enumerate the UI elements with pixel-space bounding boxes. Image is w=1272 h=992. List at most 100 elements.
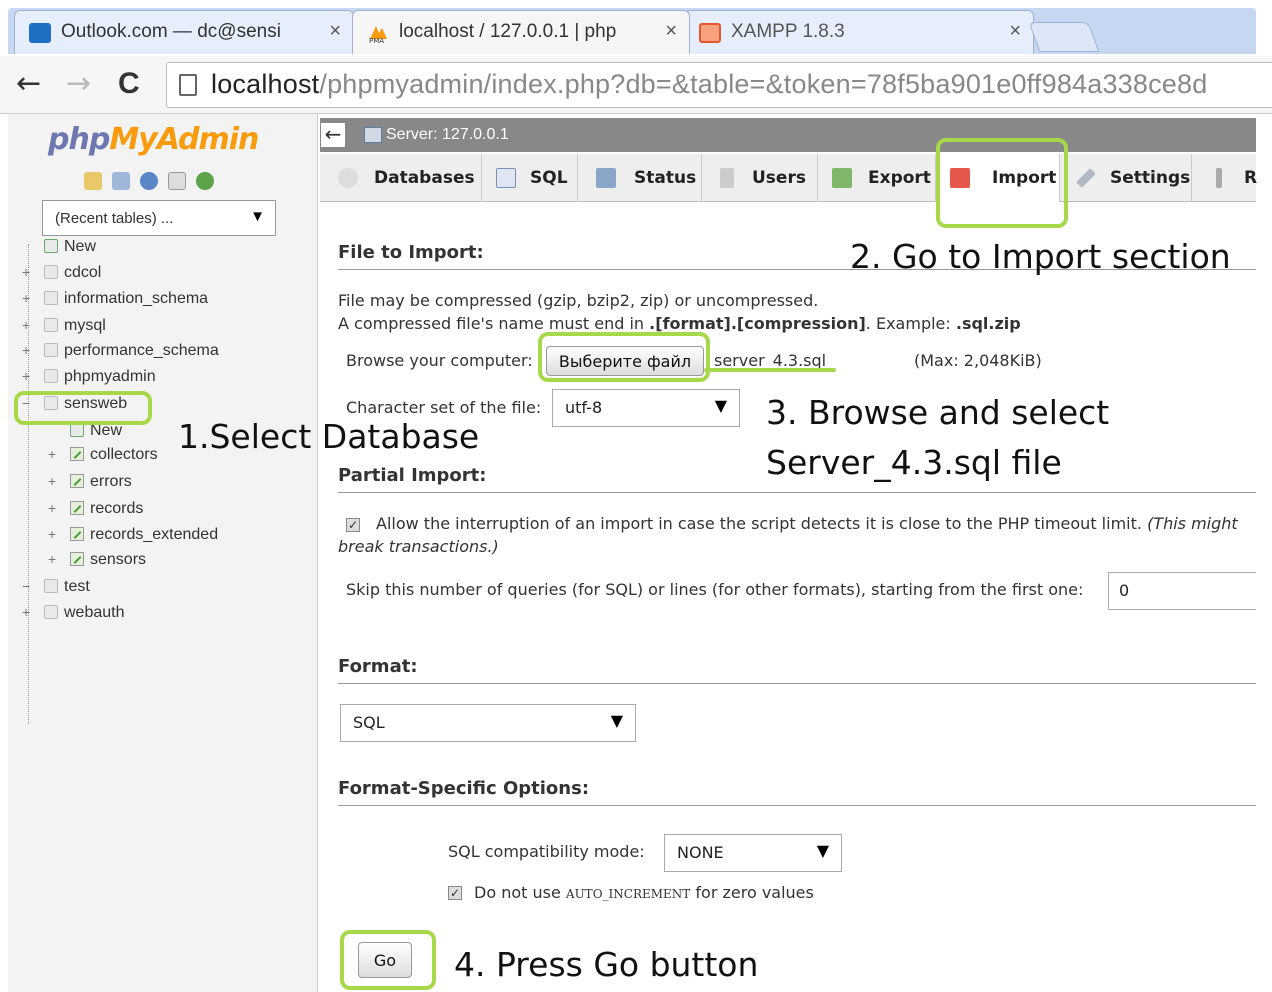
table-icon (70, 552, 84, 566)
annotation-step3-line2: Server_4.3.sql file (766, 443, 1062, 482)
tab-export[interactable]: Export (818, 154, 936, 202)
top-menu: Databases SQL Status Users Export Import… (320, 154, 1257, 202)
server-breadcrumb-bar: ← Server: 127.0.0.1 (320, 118, 1256, 152)
users-icon (720, 168, 734, 188)
annotation-step3-line1: 3. Browse and select (766, 393, 1110, 432)
compat-mode-label: SQL compatibility mode: (448, 842, 645, 861)
tree-item-information-schema[interactable]: + information_schema (22, 290, 208, 314)
pma-icon: PMA (367, 23, 389, 45)
navigation-panel: phpMyAdmin (Recent tables) ... ▼ New + cd… (8, 114, 318, 992)
compat-mode-select[interactable]: NONE ▼ (664, 834, 842, 872)
browser-tab-bar: Outlook.com — dc@sensi × XAMPP 1.8.3 × P… (0, 0, 1272, 56)
close-icon[interactable]: × (1009, 20, 1021, 43)
tab-settings[interactable]: Settings (1060, 154, 1192, 202)
svg-text:PMA: PMA (369, 37, 384, 43)
tab-sql[interactable]: SQL (482, 154, 578, 202)
recent-tables-select[interactable]: (Recent tables) ... ▼ (42, 200, 276, 236)
address-bar[interactable]: localhost/phpmyadmin/index.php?db=&table… (166, 62, 1272, 108)
tree-item-new-table[interactable]: New (52, 422, 122, 446)
chevron-down-icon: ▼ (816, 841, 829, 860)
new-table-icon (70, 423, 84, 437)
reload-icon[interactable] (196, 172, 214, 190)
tab-users[interactable]: Users (702, 154, 818, 202)
highlight-underline-filename (704, 368, 836, 372)
tab-replication[interactable]: R (1192, 154, 1257, 202)
format-options-heading: Format-Specific Options: (338, 776, 1256, 806)
tab-phpmyadmin[interactable]: PMA localhost / 127.0.0.1 | php × (352, 10, 690, 54)
url-host: localhost (211, 69, 320, 99)
docs-icon[interactable] (168, 172, 186, 190)
tree-item-test[interactable]: − test (22, 578, 90, 602)
database-icon (44, 318, 58, 332)
database-icon (44, 369, 58, 383)
compressed-note: File may be compressed (gzip, bzip2, zip… (338, 291, 819, 310)
import-form: File to Import: File may be compressed (… (320, 202, 1256, 992)
browse-label: Browse your computer: (346, 351, 533, 370)
url-path: /phpmyadmin/index.php?db=&table=&token=7… (319, 69, 1208, 99)
auto-increment-label: Do not use AUTO_INCREMENT for zero value… (474, 883, 814, 902)
tree-item-records[interactable]: + records (48, 500, 143, 524)
nav-icon-row (84, 172, 214, 192)
logout-icon[interactable] (112, 172, 130, 190)
skip-queries-input[interactable]: 0 (1108, 572, 1256, 610)
tab-outlook[interactable]: Outlook.com — dc@sensi × (14, 10, 354, 54)
close-icon[interactable]: × (665, 20, 677, 43)
tree-connector (28, 244, 30, 724)
annotation-step1: 1.Select Database (178, 417, 480, 456)
tree-item-sensors[interactable]: + sensors (48, 551, 146, 575)
auto-increment-checkbox[interactable]: ✓ (448, 886, 462, 900)
help-icon[interactable] (140, 172, 158, 190)
export-icon (832, 168, 852, 188)
tree-item-new[interactable]: New (22, 238, 96, 262)
tree-item-collectors[interactable]: + collectors (48, 446, 158, 470)
wrench-icon (1076, 168, 1096, 188)
tab-status[interactable]: Status (578, 154, 702, 202)
collapse-nav-button[interactable]: ← (320, 122, 346, 148)
url-text: localhost/phpmyadmin/index.php?db=&table… (211, 69, 1207, 100)
tab-title: Outlook.com — dc@sensi (61, 21, 281, 42)
highlight-sensweb (14, 391, 152, 425)
tree-item-phpmyadmin[interactable]: + phpmyadmin (22, 368, 156, 392)
outlook-icon (29, 23, 51, 43)
chevron-down-icon: ▼ (250, 208, 265, 225)
database-icon (44, 605, 58, 619)
tree-item-records-extended[interactable]: + records_extended (48, 526, 218, 550)
max-size-note: (Max: 2,048KiB) (914, 351, 1042, 370)
browser-toolbar: ← → C localhost/phpmyadmin/index.php?db=… (0, 56, 1272, 114)
tree-item-performance-schema[interactable]: + performance_schema (22, 342, 219, 366)
database-icon (44, 343, 58, 357)
table-icon (70, 447, 84, 461)
new-db-icon (44, 239, 58, 253)
database-icon (44, 265, 58, 279)
table-icon (70, 474, 84, 488)
allow-interrupt-checkbox[interactable]: ✓ (346, 518, 360, 532)
forward-button[interactable]: → (66, 66, 91, 102)
home-icon[interactable] (84, 172, 102, 190)
chevron-down-icon: ▼ (610, 711, 623, 730)
charset-select[interactable]: utf-8 ▼ (552, 389, 740, 427)
tab-databases[interactable]: Databases (320, 154, 482, 202)
phpmyadmin-logo[interactable]: phpMyAdmin (48, 122, 259, 157)
highlight-import-tab (936, 138, 1068, 228)
tab-xampp[interactable]: XAMPP 1.8.3 × (684, 10, 1034, 54)
table-icon (70, 501, 84, 515)
close-icon[interactable]: × (329, 20, 341, 43)
status-icon (596, 168, 616, 188)
annotation-step2: 2. Go to Import section (850, 237, 1231, 276)
back-button[interactable]: ← (16, 66, 41, 102)
new-tab-button[interactable] (1028, 22, 1100, 52)
annotation-step4: 4. Press Go button (454, 945, 759, 984)
tree-item-mysql[interactable]: + mysql (22, 317, 106, 341)
server-label[interactable]: Server: 127.0.0.1 (386, 126, 509, 144)
recent-tables-label: (Recent tables) ... (55, 210, 174, 227)
format-select[interactable]: SQL ▼ (340, 704, 636, 742)
tree-item-errors[interactable]: + errors (48, 473, 132, 497)
tree-item-webauth[interactable]: + webauth (22, 604, 125, 628)
server-icon (364, 127, 382, 143)
highlight-go-button (340, 930, 436, 990)
allow-interrupt-label: Allow the interruption of an import in c… (376, 514, 1238, 533)
tree-item-cdcol[interactable]: + cdcol (22, 264, 101, 288)
reload-button[interactable]: C (118, 66, 140, 102)
allow-interrupt-note: break transactions.) (338, 537, 499, 556)
chevron-down-icon: ▼ (714, 396, 727, 415)
